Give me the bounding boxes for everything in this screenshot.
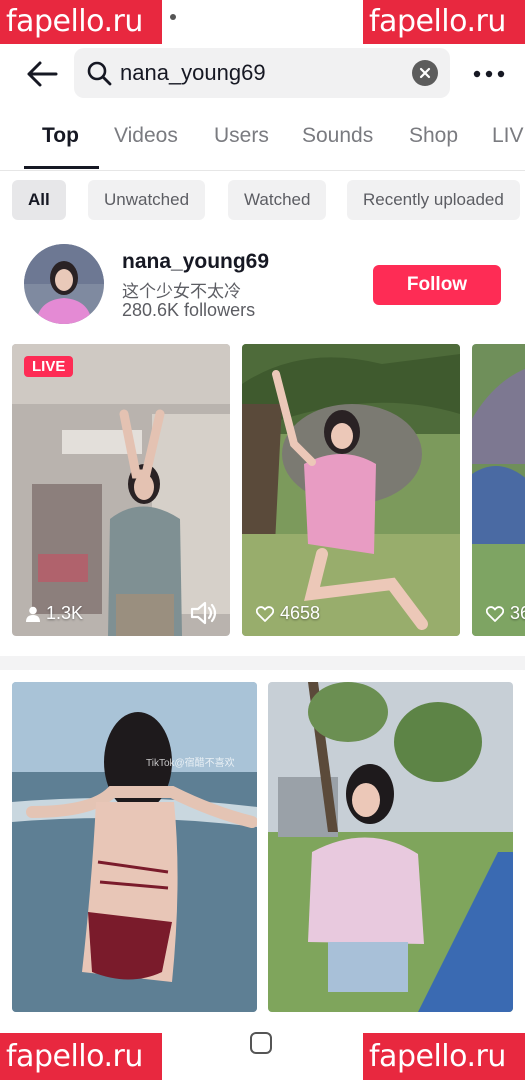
like-count: 36 bbox=[486, 603, 525, 624]
tab-users[interactable]: Users bbox=[214, 124, 269, 148]
tiktok-watermark: TikTok@宿醋不喜欢 bbox=[146, 758, 235, 769]
search-header: nana_young69 bbox=[0, 46, 525, 102]
grid-video-card[interactable]: TikTok@宿醋不喜欢 bbox=[12, 682, 257, 1012]
profile-follower-count: 280.6K followers bbox=[122, 300, 256, 320]
heart-icon bbox=[256, 605, 274, 622]
follow-button[interactable]: Follow bbox=[373, 265, 501, 305]
avatar[interactable] bbox=[24, 244, 104, 324]
search-input[interactable]: nana_young69 bbox=[74, 48, 450, 98]
active-tab-indicator bbox=[24, 166, 99, 169]
grid-video-card[interactable] bbox=[268, 682, 513, 1012]
watermark-top-right: fapello.ru bbox=[363, 0, 525, 44]
arrow-left-icon bbox=[27, 61, 58, 87]
filter-chip-recently-uploaded[interactable]: Recently uploaded bbox=[347, 180, 520, 220]
filter-chip-watched[interactable]: Watched bbox=[228, 180, 327, 220]
tab-top[interactable]: Top bbox=[42, 124, 79, 148]
section-divider bbox=[0, 656, 525, 670]
search-result-tabs: Top Videos Users Sounds Shop LIV bbox=[0, 110, 525, 171]
status-indicator-dot bbox=[170, 14, 176, 20]
user-result-row[interactable]: nana_young69 这个少女不太冷 280.6K followers Fo… bbox=[0, 240, 525, 330]
video-thumbnail bbox=[268, 682, 513, 1012]
profile-bio: 这个少女不太冷 bbox=[122, 282, 241, 301]
video-carousel: LIVE 1.3K 4658 3 bbox=[0, 344, 525, 636]
filter-chips: All Unwatched Watched Recently uploaded bbox=[0, 180, 525, 222]
clear-search-button[interactable] bbox=[412, 60, 438, 86]
ellipsis-icon bbox=[473, 70, 505, 78]
person-icon bbox=[26, 606, 40, 622]
video-thumbnail bbox=[12, 344, 230, 636]
search-query-text: nana_young69 bbox=[120, 60, 266, 85]
close-icon bbox=[419, 67, 431, 79]
live-video-card[interactable]: LIVE 1.3K bbox=[12, 344, 230, 636]
video-card[interactable]: 36 bbox=[472, 344, 525, 636]
video-thumbnail bbox=[472, 344, 525, 636]
live-badge: LIVE bbox=[24, 356, 74, 377]
search-icon bbox=[87, 61, 112, 86]
tab-videos[interactable]: Videos bbox=[114, 124, 178, 148]
video-thumbnail bbox=[12, 682, 257, 1012]
video-card[interactable]: 4658 bbox=[242, 344, 460, 636]
filter-chip-all[interactable]: All bbox=[12, 180, 66, 220]
watermark-top-left: fapello.ru bbox=[0, 0, 162, 44]
back-button[interactable] bbox=[22, 54, 62, 94]
watermark-bottom-left: fapello.ru bbox=[0, 1033, 162, 1080]
tab-sounds[interactable]: Sounds bbox=[302, 124, 373, 148]
filter-chip-unwatched[interactable]: Unwatched bbox=[88, 180, 206, 220]
heart-icon bbox=[486, 605, 504, 622]
home-button[interactable] bbox=[250, 1032, 272, 1054]
avatar-image bbox=[24, 244, 104, 324]
watermark-bottom-right: fapello.ru bbox=[363, 1033, 525, 1080]
like-count-value: 36 bbox=[510, 603, 525, 623]
tab-live[interactable]: LIV bbox=[492, 124, 524, 148]
viewer-count: 1.3K bbox=[26, 603, 83, 624]
profile-username[interactable]: nana_young69 bbox=[122, 250, 269, 274]
more-options-button[interactable] bbox=[471, 60, 507, 88]
video-thumbnail bbox=[242, 344, 460, 636]
like-count-value: 4658 bbox=[280, 603, 321, 623]
like-count: 4658 bbox=[256, 603, 320, 624]
tab-shop[interactable]: Shop bbox=[409, 124, 458, 148]
viewer-count-value: 1.3K bbox=[46, 603, 84, 623]
speaker-icon[interactable] bbox=[190, 600, 218, 626]
